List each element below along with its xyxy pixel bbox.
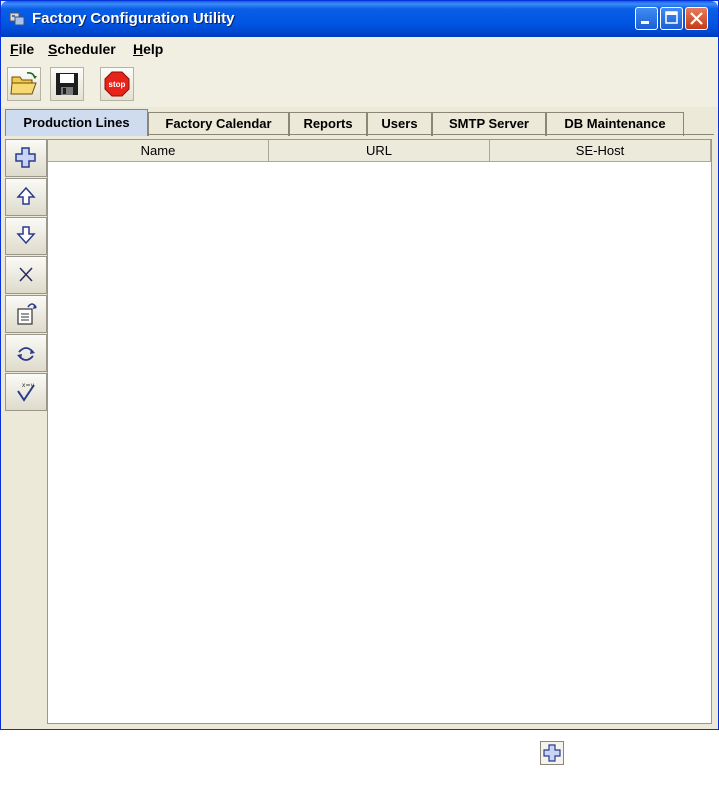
toolbar: stop (1, 61, 718, 107)
tab-db-maintenance[interactable]: DB Maintenance (546, 112, 684, 136)
column-header-url[interactable]: URL (269, 140, 490, 161)
move-down-button[interactable] (5, 217, 47, 255)
menu-help-mnemonic: H (133, 41, 144, 57)
column-header-label: Name (140, 143, 176, 158)
window-title: Factory Configuration Utility (32, 10, 235, 27)
tab-label: Users (381, 116, 418, 131)
tab-users[interactable]: Users (367, 112, 432, 136)
stop-sign-text: stop (109, 80, 126, 89)
tab-label: Production Lines (23, 115, 130, 130)
column-header-se-host[interactable]: SE-Host (490, 140, 711, 161)
floppy-disk-icon (56, 73, 78, 95)
close-icon (690, 12, 703, 25)
menu-file-mnemonic: F (10, 41, 19, 57)
menu-file-rest: ile (18, 41, 35, 57)
tab-reports[interactable]: Reports (289, 112, 367, 136)
menu-scheduler-rest: cheduler (57, 41, 116, 57)
tab-label: DB Maintenance (564, 116, 666, 131)
menu-help[interactable]: Help (133, 41, 163, 57)
maximize-icon (665, 11, 678, 24)
add-icon (15, 147, 36, 168)
tab-label: SMTP Server (449, 116, 529, 131)
column-header-label: SE-Host (575, 143, 625, 158)
folder-open-icon (10, 72, 37, 95)
production-lines-table[interactable]: Name URL SE-Host (47, 139, 712, 724)
table-header: Name URL SE-Host (48, 140, 711, 162)
move-up-icon (16, 186, 36, 205)
open-button[interactable] (7, 67, 41, 101)
tab-label: Reports (303, 116, 353, 131)
save-button[interactable] (50, 67, 84, 101)
move-up-button[interactable] (5, 178, 47, 216)
menu-file[interactable]: File (10, 41, 34, 57)
validate-icon: x=y (17, 382, 35, 402)
minimize-button[interactable] (635, 7, 658, 30)
tab-factory-calendar[interactable]: Factory Calendar (148, 112, 289, 136)
tab-production-lines[interactable]: Production Lines (5, 109, 148, 136)
title-bar[interactable]: Factory Configuration Utility (1, 1, 718, 37)
delete-button[interactable] (5, 256, 47, 294)
maximize-button[interactable] (660, 7, 683, 30)
edit-properties-button[interactable] (5, 295, 47, 333)
menu-scheduler-mnemonic: S (48, 41, 58, 57)
minimize-icon (641, 21, 649, 24)
column-header-label: URL (365, 143, 392, 158)
move-down-icon (16, 226, 36, 245)
add-icon-preview (540, 741, 564, 765)
delete-icon (19, 267, 33, 282)
tab-label: Factory Calendar (165, 116, 272, 131)
add-button[interactable] (5, 139, 47, 177)
app-icon (9, 12, 25, 26)
stop-sign-icon: stop (104, 71, 130, 97)
table-body[interactable] (48, 162, 711, 723)
close-button[interactable] (685, 7, 708, 30)
tab-smtp-server[interactable]: SMTP Server (432, 112, 546, 136)
menu-help-rest: elp (143, 41, 164, 57)
add-icon (543, 744, 561, 762)
validate-button[interactable]: x=y (5, 373, 47, 411)
tab-strip: Production Lines Factory Calendar Report… (1, 109, 718, 136)
main-window: Factory Configuration Utility File Sched… (0, 0, 719, 730)
svg-text:x=y: x=y (22, 382, 35, 389)
column-header-name[interactable]: Name (48, 140, 269, 161)
menu-scheduler[interactable]: Scheduler (48, 41, 116, 57)
stop-button[interactable]: stop (100, 67, 134, 101)
refresh-button[interactable] (5, 334, 47, 372)
menu-bar: File Scheduler Help (1, 37, 718, 61)
refresh-icon (17, 347, 35, 361)
edit-properties-icon (17, 303, 37, 325)
